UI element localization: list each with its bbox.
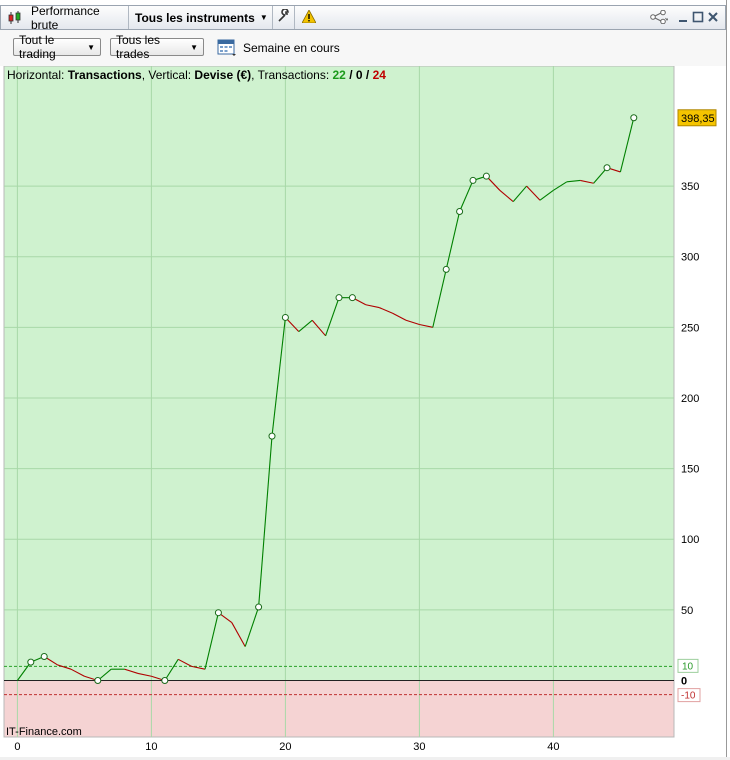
wrench-icon [277,8,291,26]
data-point-marker [161,676,169,684]
neutral-count: 0 [355,68,363,82]
performance-chart: 50 100 150 200 250 300 350 0 10 20 30 40 0 10 -10 398,3… [0,65,726,757]
x-tick-label: 40 [547,741,559,753]
warning-icon [301,8,317,26]
data-point-marker [27,658,35,666]
vertical-value: Devise (€) [194,68,252,82]
y-tick-label: 200 [681,393,699,405]
data-point-marker [255,603,263,611]
y-tick-label: 150 [681,464,699,476]
chevron-down-icon: ▼ [259,13,268,22]
toolbar: Tout le trading ▼ Tous les trades ▼ Sema… [0,30,726,66]
data-point-marker [630,114,638,122]
y-tick-label: 50 [681,605,693,617]
minimize-icon[interactable] [676,9,690,25]
trading-filter-label: Tout le trading [19,33,56,61]
x-tick-label: 20 [279,741,291,753]
chevron-down-icon: ▼ [87,42,95,52]
warning-button[interactable] [295,6,323,29]
x-tick-label: 10 [145,741,157,753]
x-tick-label: 30 [413,741,425,753]
calendar-icon [217,37,237,60]
close-icon[interactable] [706,9,720,25]
zero-label: 0 [681,675,687,687]
x-tick-label: 0 [14,741,20,753]
data-point-marker [335,294,343,302]
winning-count: 22 [332,68,346,82]
data-point-marker [268,432,276,440]
upper-threshold-label: 10 [682,661,694,672]
separator: / [345,68,356,82]
last-value-label: 398,35 [681,113,715,125]
settings-button[interactable] [273,6,295,29]
data-point-marker [456,208,464,216]
title-bar: Performance brute Tous les instruments ▼ [0,3,726,32]
period-selector[interactable]: Semaine en cours [217,37,340,59]
trades-filter-dropdown[interactable]: Tous les trades ▼ [110,33,204,61]
data-point-marker [94,676,102,684]
transactions-prefix: , Transactions: [251,68,333,82]
data-point-marker [442,265,450,273]
chevron-down-icon: ▼ [190,42,198,52]
data-point-marker [482,172,490,180]
data-point-marker [603,164,611,172]
vertical-prefix: , Vertical: [141,68,195,82]
horizontal-prefix: Horizontal: [7,68,68,82]
performance-tab[interactable]: Performance brute [1,3,129,32]
instrument-selector-label: Tous les instruments [135,10,255,25]
lower-threshold-label: -10 [681,691,696,702]
y-tick-label: 300 [681,252,699,264]
chart-area: 50 100 150 200 250 300 350 0 10 20 30 40 0 10 -10 398,3… [0,65,726,757]
instrument-selector[interactable]: Tous les instruments ▼ [129,6,273,29]
data-point-marker [281,313,289,321]
horizontal-value: Transactions [67,68,142,82]
negative-zone [4,680,674,737]
window-title: Performance brute [31,3,100,32]
watermark: IT-Finance.com [6,726,82,738]
y-tick-label: 350 [681,181,699,193]
share-icon[interactable] [649,9,669,25]
maximize-icon[interactable] [691,9,705,25]
period-label: Semaine en cours [243,41,340,55]
separator: / [362,68,373,82]
data-point-marker [40,652,48,660]
data-point-marker [348,294,356,302]
chart-info: Horizontal: Transactions, Vertical: Devi… [7,68,386,82]
candlestick-icon [7,10,23,25]
data-point-marker [214,609,222,617]
y-tick-label: 250 [681,322,699,334]
positive-zone [4,66,674,681]
y-tick-label: 100 [681,534,699,546]
losing-count: 24 [372,68,386,82]
right-panel-edge [726,0,730,757]
data-point-marker [469,176,477,184]
trading-filter-dropdown[interactable]: Tout le trading ▼ [13,33,101,61]
trades-filter-label: Tous les trades [116,33,161,61]
